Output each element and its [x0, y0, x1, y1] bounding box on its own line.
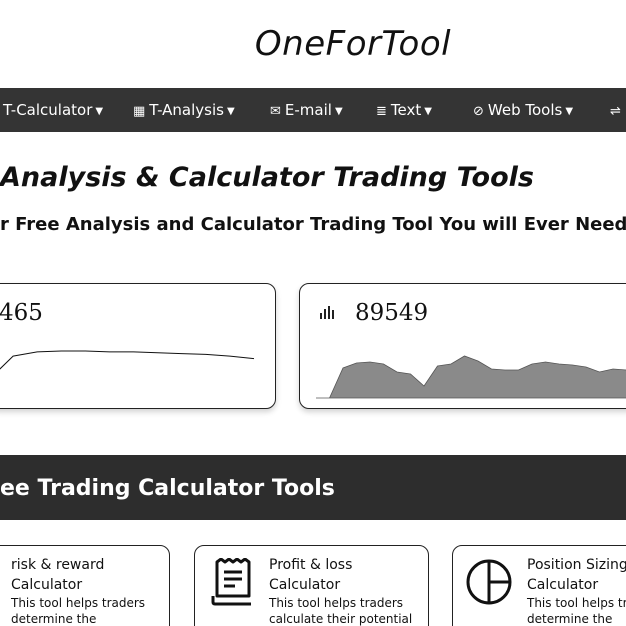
tool-description: This tool helps traders determine the [11, 596, 146, 626]
nav-item-web-tools[interactable]: ⊘ Web Tools ▼ [473, 88, 573, 132]
area-fill [316, 355, 626, 399]
nav-item-t-analysis[interactable]: ▦ T-Analysis ▼ [133, 88, 235, 132]
bar-chart-icon [320, 306, 334, 319]
stat-card-views: 89549 [299, 283, 626, 409]
tool-card-risk-reward[interactable]: risk & reward Calculator This tool helps… [0, 545, 170, 626]
tool-title: Profit & loss Calculator [269, 557, 353, 593]
receipt-icon [211, 558, 251, 606]
exchange-icon: ⇌ [610, 104, 621, 119]
tool-card-position-sizing[interactable]: Position Sizing Calculator This tool hel… [452, 545, 626, 626]
sparkline-chart [0, 350, 255, 370]
nav-item-converter[interactable]: ⇌ [610, 88, 625, 132]
section-title: ee Trading Calculator Tools [0, 476, 335, 501]
stat-value: 89549 [355, 300, 429, 326]
envelope-icon: ✉ [270, 104, 281, 119]
sparkline-line [0, 350, 255, 370]
stat-card-visitors: 465 [0, 283, 276, 409]
nav-item-t-calculator[interactable]: T-Calculator ▼ [3, 88, 103, 132]
main-navbar: T-Calculator ▼ ▦ T-Analysis ▼ ✉ E-mail ▼ ≣ Tex… [0, 88, 626, 132]
page-subtitle: r Free Analysis and Calculator Trading T… [0, 214, 626, 235]
text-lines-icon: ≣ [376, 104, 387, 119]
nav-label: E-mail [284, 101, 332, 119]
tool-title: Position Sizing Calculator [527, 557, 626, 593]
tool-description: This tool helps tr determine the [527, 596, 626, 626]
site-logo[interactable]: OneForTool [0, 24, 626, 64]
nav-label: Text [390, 101, 422, 119]
caret-down-icon: ▼ [95, 106, 104, 117]
nav-label: Web Tools [487, 101, 563, 119]
pie-chart-icon [466, 559, 512, 605]
caret-down-icon: ▼ [226, 106, 235, 117]
caret-down-icon: ▼ [334, 106, 343, 117]
nav-item-text[interactable]: ≣ Text ▼ [376, 88, 432, 132]
tool-card-profit-loss[interactable]: Profit & loss Calculator This tool helps… [194, 545, 429, 626]
tool-title: risk & reward Calculator [11, 557, 105, 593]
link-icon: ⊘ [473, 104, 484, 119]
stat-value: 465 [0, 300, 43, 326]
caret-down-icon: ▼ [424, 106, 432, 117]
bar-chart-icon: ▦ [133, 104, 146, 119]
caret-down-icon: ▼ [565, 106, 574, 117]
page-title: Analysis & Calculator Trading Tools [0, 162, 534, 193]
tool-description: This tool helps traders calculate their … [269, 596, 413, 626]
nav-label: T-Calculator [3, 101, 93, 119]
nav-label: T-Analysis [149, 101, 224, 119]
nav-item-email[interactable]: ✉ E-mail ▼ [270, 88, 343, 132]
area-chart [316, 355, 626, 399]
